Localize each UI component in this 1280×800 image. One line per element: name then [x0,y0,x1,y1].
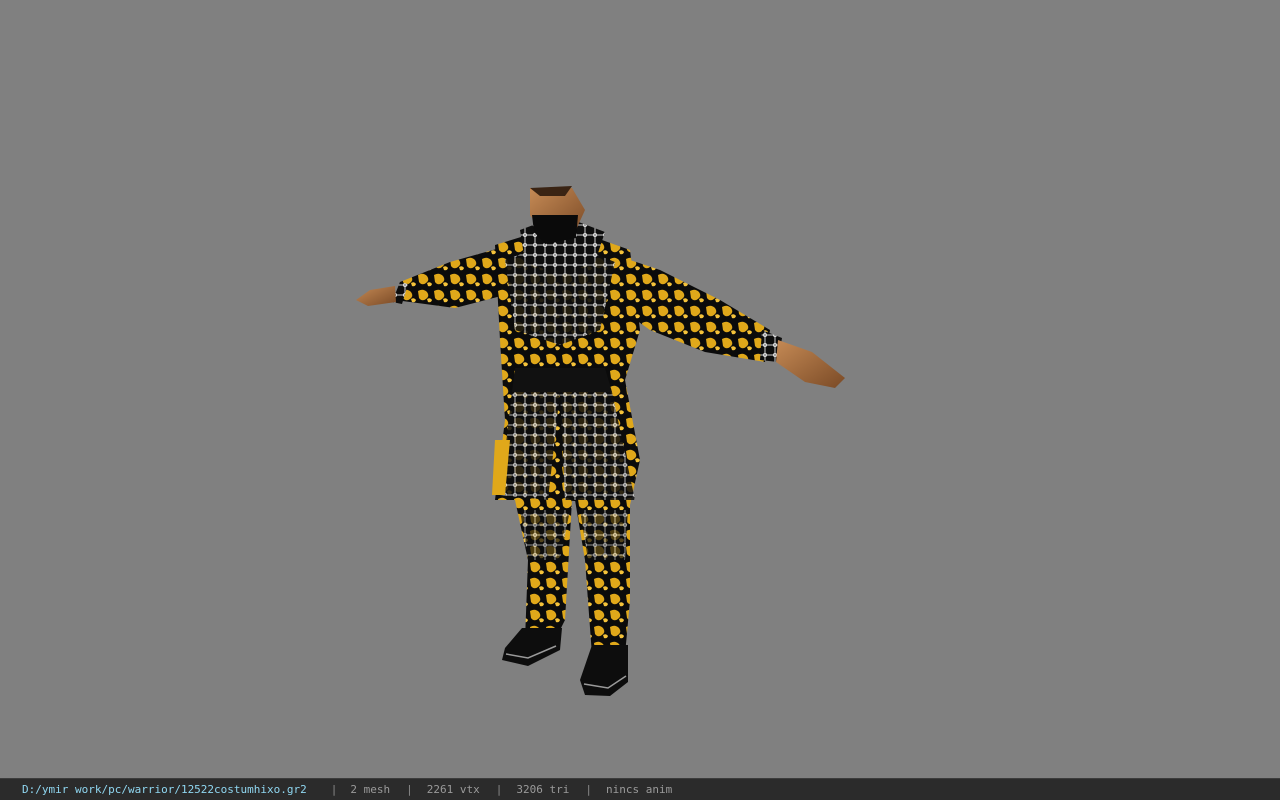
right-hand [776,340,845,388]
right-boot [580,645,628,696]
separator: | [585,783,592,796]
left-arm [395,248,505,308]
triangle-count: 3206 tri [516,783,570,796]
animation-status: nincs anim [606,783,673,796]
mesh-count: 2 mesh [350,783,391,796]
separator: | [330,783,338,796]
3d-viewport[interactable] [0,0,1280,778]
left-hand [356,286,396,306]
status-bar: D:/ymir work/pc/warrior/12522costumhixo.… [0,778,1280,800]
character-model[interactable] [0,0,1280,778]
separator: | [495,783,503,796]
separator: | [406,783,413,796]
vertex-count: 2261 vtx [426,783,480,796]
file-path: D:/ymir work/pc/warrior/12522costumhixo.… [22,783,307,796]
